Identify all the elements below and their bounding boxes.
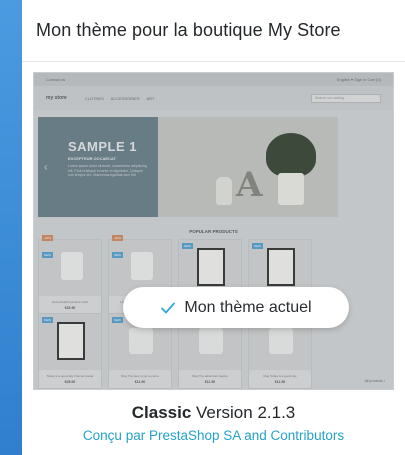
- theme-author-link[interactable]: Conçu par PrestaShop SA and Contributors: [22, 428, 405, 443]
- theme-preview[interactable]: Contact us English ▾ Sign in Cart (0) my…: [33, 72, 394, 390]
- theme-card: Mon thème pour la boutique My Store Cont…: [22, 0, 405, 455]
- theme-version: Version 2.1.3: [196, 403, 296, 422]
- card-title: Mon thème pour la boutique My Store: [36, 20, 341, 40]
- preview-overlay: [34, 73, 393, 389]
- background-strip: [0, 0, 22, 455]
- theme-name-bold: Classic: [131, 403, 192, 422]
- theme-name: Classic Version 2.1.3: [22, 403, 405, 423]
- current-theme-badge: Mon thème actuel: [123, 287, 349, 328]
- check-icon: [161, 302, 176, 313]
- card-header: Mon thème pour la boutique My Store: [22, 0, 405, 62]
- current-theme-label: Mon thème actuel: [184, 298, 312, 316]
